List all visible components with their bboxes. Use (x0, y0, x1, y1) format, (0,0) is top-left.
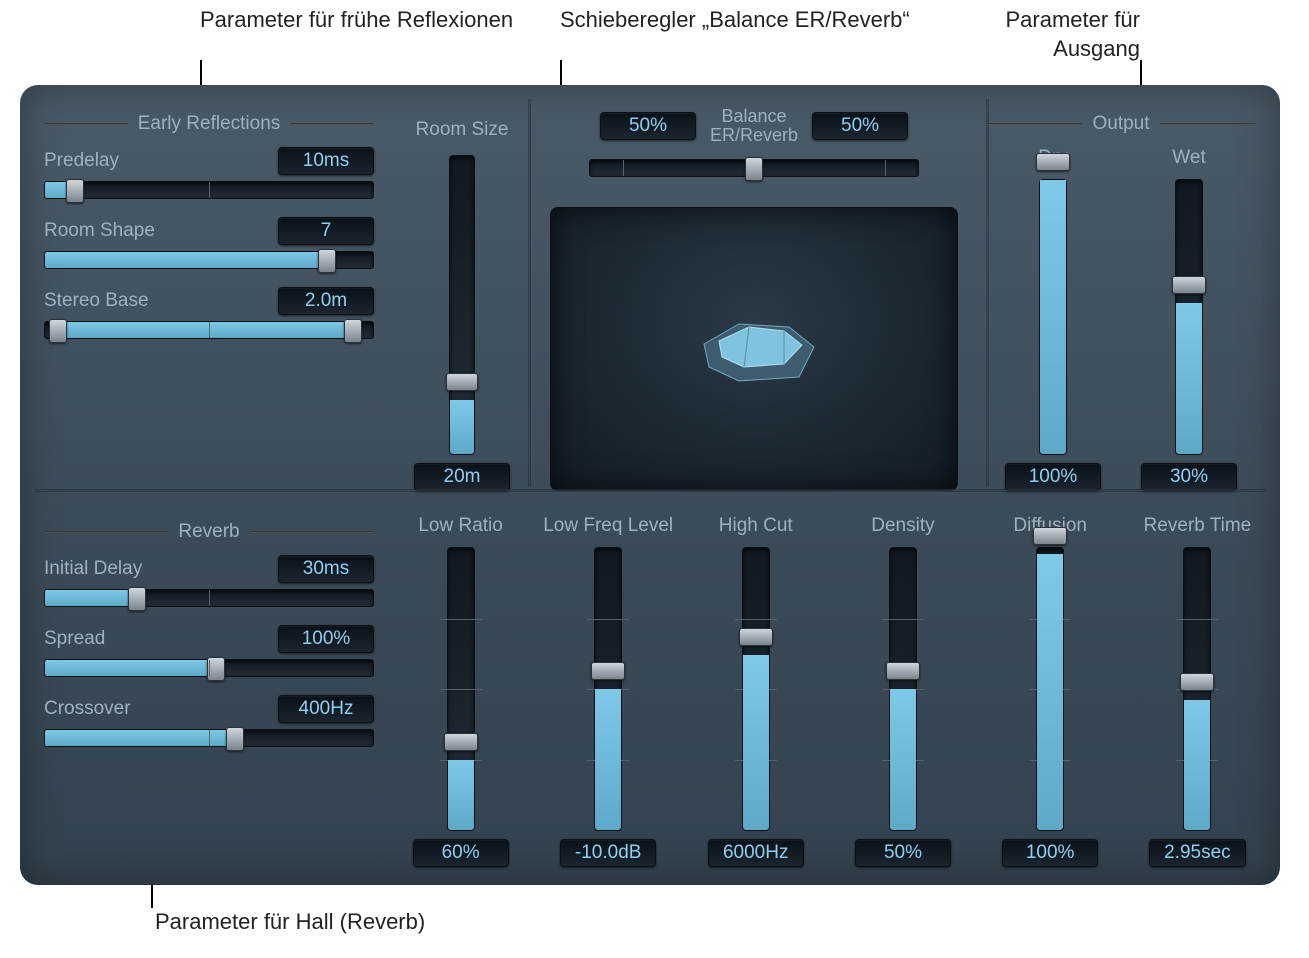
diffusion-slider[interactable] (1036, 547, 1064, 831)
room-shape-slider[interactable] (44, 251, 374, 269)
reverb-panel: Reverb Initial Delay 30ms Spread 100% Cr… (34, 507, 384, 871)
density-slider[interactable] (889, 547, 917, 831)
stereo-base-value[interactable]: 2.0m (278, 287, 374, 315)
room-size-label: Room Size (416, 119, 509, 141)
output-title: Output (1092, 113, 1149, 135)
low-freq-level-label: Low Freq Level (543, 515, 673, 537)
reverb-time-label: Reverb Time (1144, 515, 1252, 537)
high-cut-value[interactable]: 6000Hz (708, 839, 804, 867)
balance-left-value[interactable]: 50% (600, 112, 696, 140)
predelay-label: Predelay (44, 150, 119, 172)
annotation-balance: Schieberegler „Balance ER/Reverb“ (560, 6, 910, 35)
room-shape-value[interactable]: 7 (278, 217, 374, 245)
stereo-base-slider[interactable] (44, 321, 374, 339)
output-panel: Output Dry 100% Wet 30% (976, 99, 1266, 499)
low-ratio-value[interactable]: 60% (413, 839, 509, 867)
wet-slider[interactable] (1175, 179, 1203, 455)
density-value[interactable]: 50% (855, 839, 951, 867)
early-reflections-panel: Early Reflections Predelay 10ms Room Sha… (34, 99, 384, 499)
low-freq-level-slider[interactable] (594, 547, 622, 831)
crossover-slider[interactable] (44, 729, 374, 747)
spread-value[interactable]: 100% (278, 625, 374, 653)
center-panel: 50% Balance ER/Reverb 50% (540, 99, 968, 499)
diffusion-value[interactable]: 100% (1002, 839, 1098, 867)
room-size-slider[interactable] (449, 155, 475, 455)
predelay-slider[interactable] (44, 181, 374, 199)
annotation-reverb: Parameter für Hall (Reverb) (155, 908, 425, 937)
reverb-time-value[interactable]: 2.95sec (1149, 839, 1246, 867)
reverb-title: Reverb (178, 521, 239, 543)
initial-delay-label: Initial Delay (44, 558, 142, 580)
predelay-value[interactable]: 10ms (278, 147, 374, 175)
annotation-output: Parameter für Ausgang (940, 6, 1140, 63)
room-size-value[interactable]: 20m (414, 463, 510, 491)
room-shape-display (550, 207, 958, 491)
reverb-plugin-window: Early Reflections Predelay 10ms Room Sha… (20, 85, 1280, 885)
stereo-base-label: Stereo Base (44, 290, 149, 312)
balance-right-value[interactable]: 50% (812, 112, 908, 140)
initial-delay-value[interactable]: 30ms (278, 555, 374, 583)
crossover-label: Crossover (44, 698, 131, 720)
reverb-vertical-sliders: Low Ratio 60% Low Freq Level -10.0dB Hig… (392, 507, 1266, 871)
low-freq-level-value[interactable]: -10.0dB (560, 839, 657, 867)
room-shape-label: Room Shape (44, 220, 155, 242)
low-ratio-slider[interactable] (447, 547, 475, 831)
dry-value[interactable]: 100% (1005, 463, 1101, 491)
crossover-value[interactable]: 400Hz (278, 695, 374, 723)
room-size-block: Room Size 20m (392, 99, 532, 499)
spread-label: Spread (44, 628, 105, 650)
balance-slider[interactable] (589, 159, 919, 177)
wet-label: Wet (1172, 147, 1205, 169)
wet-value[interactable]: 30% (1141, 463, 1237, 491)
early-reflections-title: Early Reflections (138, 113, 281, 135)
high-cut-label: High Cut (719, 515, 793, 537)
reverb-time-slider[interactable] (1183, 547, 1211, 831)
initial-delay-slider[interactable] (44, 589, 374, 607)
annotation-early-reflections: Parameter für frühe Reflexionen (200, 6, 513, 35)
balance-label: Balance ER/Reverb (710, 107, 798, 145)
dry-slider[interactable] (1039, 179, 1067, 455)
high-cut-slider[interactable] (742, 547, 770, 831)
spread-slider[interactable] (44, 659, 374, 677)
density-label: Density (871, 515, 934, 537)
low-ratio-label: Low Ratio (418, 515, 503, 537)
